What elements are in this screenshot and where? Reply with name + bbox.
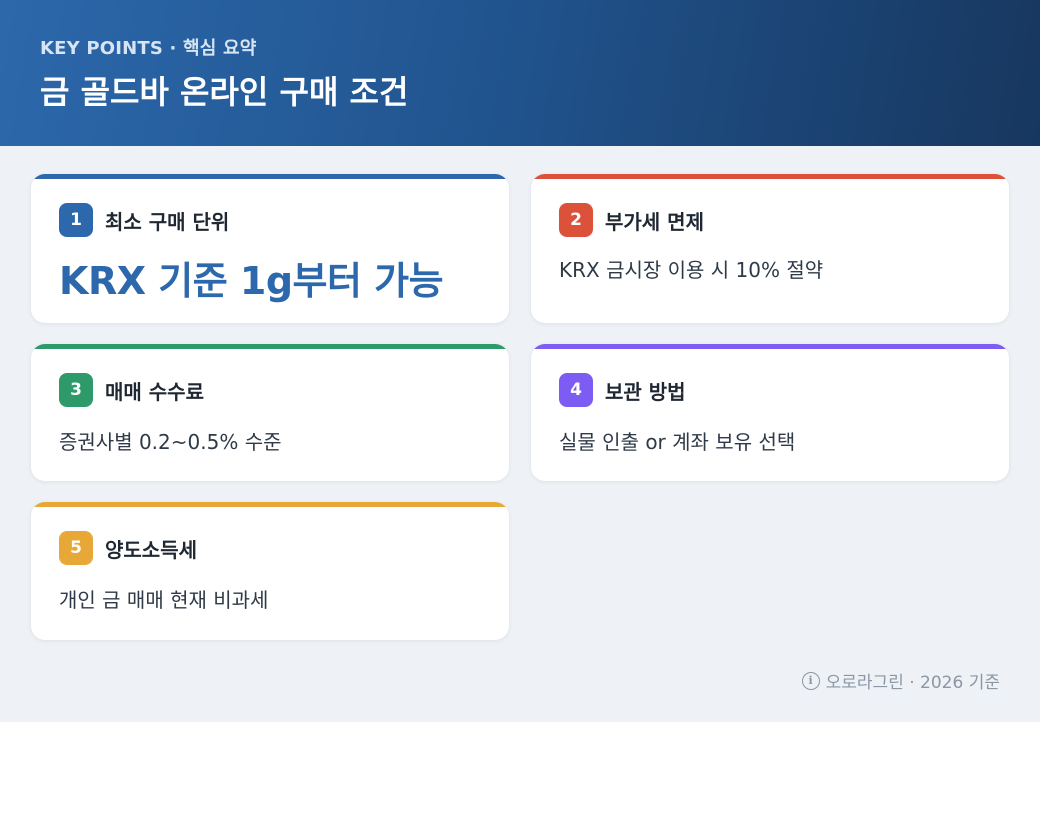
header-eyebrow: KEY POINTS · 핵심 요약 xyxy=(40,38,257,59)
header-banner: KEY POINTS · 핵심 요약 금 골드바 온라인 구매 조건 xyxy=(0,0,1040,146)
card-trading-fee: 3 매매 수수료 증권사별 0.2~0.5% 수준 xyxy=(31,344,509,481)
card-description: 개인 금 매매 현재 비과세 xyxy=(59,588,269,612)
info-icon: i xyxy=(801,671,820,690)
number-badge: 4 xyxy=(559,373,593,407)
number-badge: 2 xyxy=(559,203,593,237)
card-highlight-text: KRX 기준 1g부터 가능 xyxy=(59,259,444,303)
card-storage-method: 4 보관 방법 실물 인출 or 계좌 보유 선택 xyxy=(531,344,1009,481)
footer-text: 오로라그린 · 2026 기준 xyxy=(825,673,1000,693)
card-header: 3 매매 수수료 xyxy=(59,373,204,407)
number-badge: 1 xyxy=(59,203,93,237)
card-title: 양도소득세 xyxy=(105,537,197,562)
card-title: 부가세 면제 xyxy=(605,209,704,234)
card-title: 매매 수수료 xyxy=(105,379,204,404)
card-title: 보관 방법 xyxy=(605,379,686,404)
card-description: 실물 인출 or 계좌 보유 선택 xyxy=(559,430,796,454)
source-footer: i 오로라그린 · 2026 기준 xyxy=(801,668,1000,693)
number-badge: 5 xyxy=(59,531,93,565)
card-title: 최소 구매 단위 xyxy=(105,209,230,234)
card-header: 4 보관 방법 xyxy=(559,373,686,407)
number-badge: 3 xyxy=(59,373,93,407)
card-min-purchase-unit: 1 최소 구매 단위 KRX 기준 1g부터 가능 xyxy=(31,174,509,323)
card-vat-exemption: 2 부가세 면제 KRX 금시장 이용 시 10% 절약 xyxy=(531,174,1009,323)
card-capital-gains-tax: 5 양도소득세 개인 금 매매 현재 비과세 xyxy=(31,502,509,640)
card-header: 1 최소 구매 단위 xyxy=(59,203,229,237)
card-header: 5 양도소득세 xyxy=(59,531,197,565)
page-title: 금 골드바 온라인 구매 조건 xyxy=(40,73,409,111)
card-description: 증권사별 0.2~0.5% 수준 xyxy=(59,430,282,454)
card-description: KRX 금시장 이용 시 10% 절약 xyxy=(559,258,824,282)
card-header: 2 부가세 면제 xyxy=(559,203,704,237)
